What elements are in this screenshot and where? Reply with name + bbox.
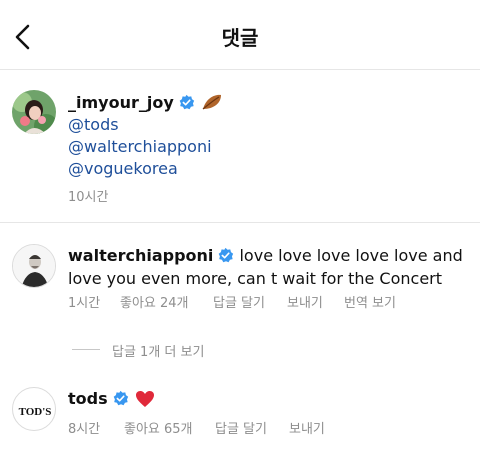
comment-timestamp: 1시간: [68, 296, 101, 311]
caption-timestamp: 10시간: [68, 190, 109, 205]
tods-logo: TOD'S: [19, 406, 52, 418]
reply-button[interactable]: 답글 달기: [215, 418, 267, 437]
avatar-photo: [13, 245, 55, 287]
comment-likes[interactable]: 좋아요 65개: [124, 418, 193, 437]
fallen-leaf-emoji-icon: [202, 94, 221, 110]
red-heart-emoji-icon: [135, 391, 154, 407]
send-button[interactable]: 보내기: [289, 418, 325, 437]
header-bar: 댓글: [0, 0, 480, 70]
avatar-walterchiapponi[interactable]: [12, 244, 56, 288]
avatar-photo: [12, 90, 56, 134]
replies-line: [72, 349, 100, 350]
comment-timestamp: 8시간: [68, 422, 101, 437]
verified-badge-icon: [113, 390, 128, 406]
verified-badge-icon: [179, 94, 194, 110]
comment-username[interactable]: tods: [68, 389, 108, 408]
view-replies-label[interactable]: 답글 1개 더 보기: [112, 341, 204, 360]
caption-header: _imyour_joy: [68, 92, 468, 114]
svg-text:TOD'S: TOD'S: [19, 406, 52, 418]
verified-badge-icon: [219, 247, 234, 263]
mention-tods[interactable]: @tods: [68, 114, 468, 136]
translate-button[interactable]: 번역 보기: [344, 292, 396, 311]
comment-meta-row: 1시간 좋아요 24개 답글 달기 보내기 번역 보기: [68, 292, 473, 311]
reply-button[interactable]: 답글 달기: [213, 292, 265, 311]
comment-tods: tods: [68, 388, 155, 410]
comment-meta-row: 8시간 좋아요 65개 답글 달기 보내기: [68, 418, 473, 437]
caption-username[interactable]: _imyour_joy: [68, 93, 174, 112]
send-button[interactable]: 보내기: [287, 292, 323, 311]
avatar-imyour-joy[interactable]: [12, 90, 56, 134]
mention-walterchiapponi[interactable]: @walterchiapponi: [68, 136, 468, 158]
avatar-tods[interactable]: TOD'S: [12, 387, 56, 431]
caption-block: _imyour_joy @tods @walterchiapponi @vogu…: [68, 92, 468, 180]
comment-likes[interactable]: 좋아요 24개: [120, 292, 189, 311]
page-title: 댓글: [221, 26, 259, 50]
comment-username[interactable]: walterchiapponi: [68, 246, 213, 265]
mention-voguekorea[interactable]: @voguekorea: [68, 158, 468, 180]
caption-divider: [0, 222, 480, 223]
comment-walterchiapponi: walterchiapponi love love love love love…: [68, 244, 473, 290]
